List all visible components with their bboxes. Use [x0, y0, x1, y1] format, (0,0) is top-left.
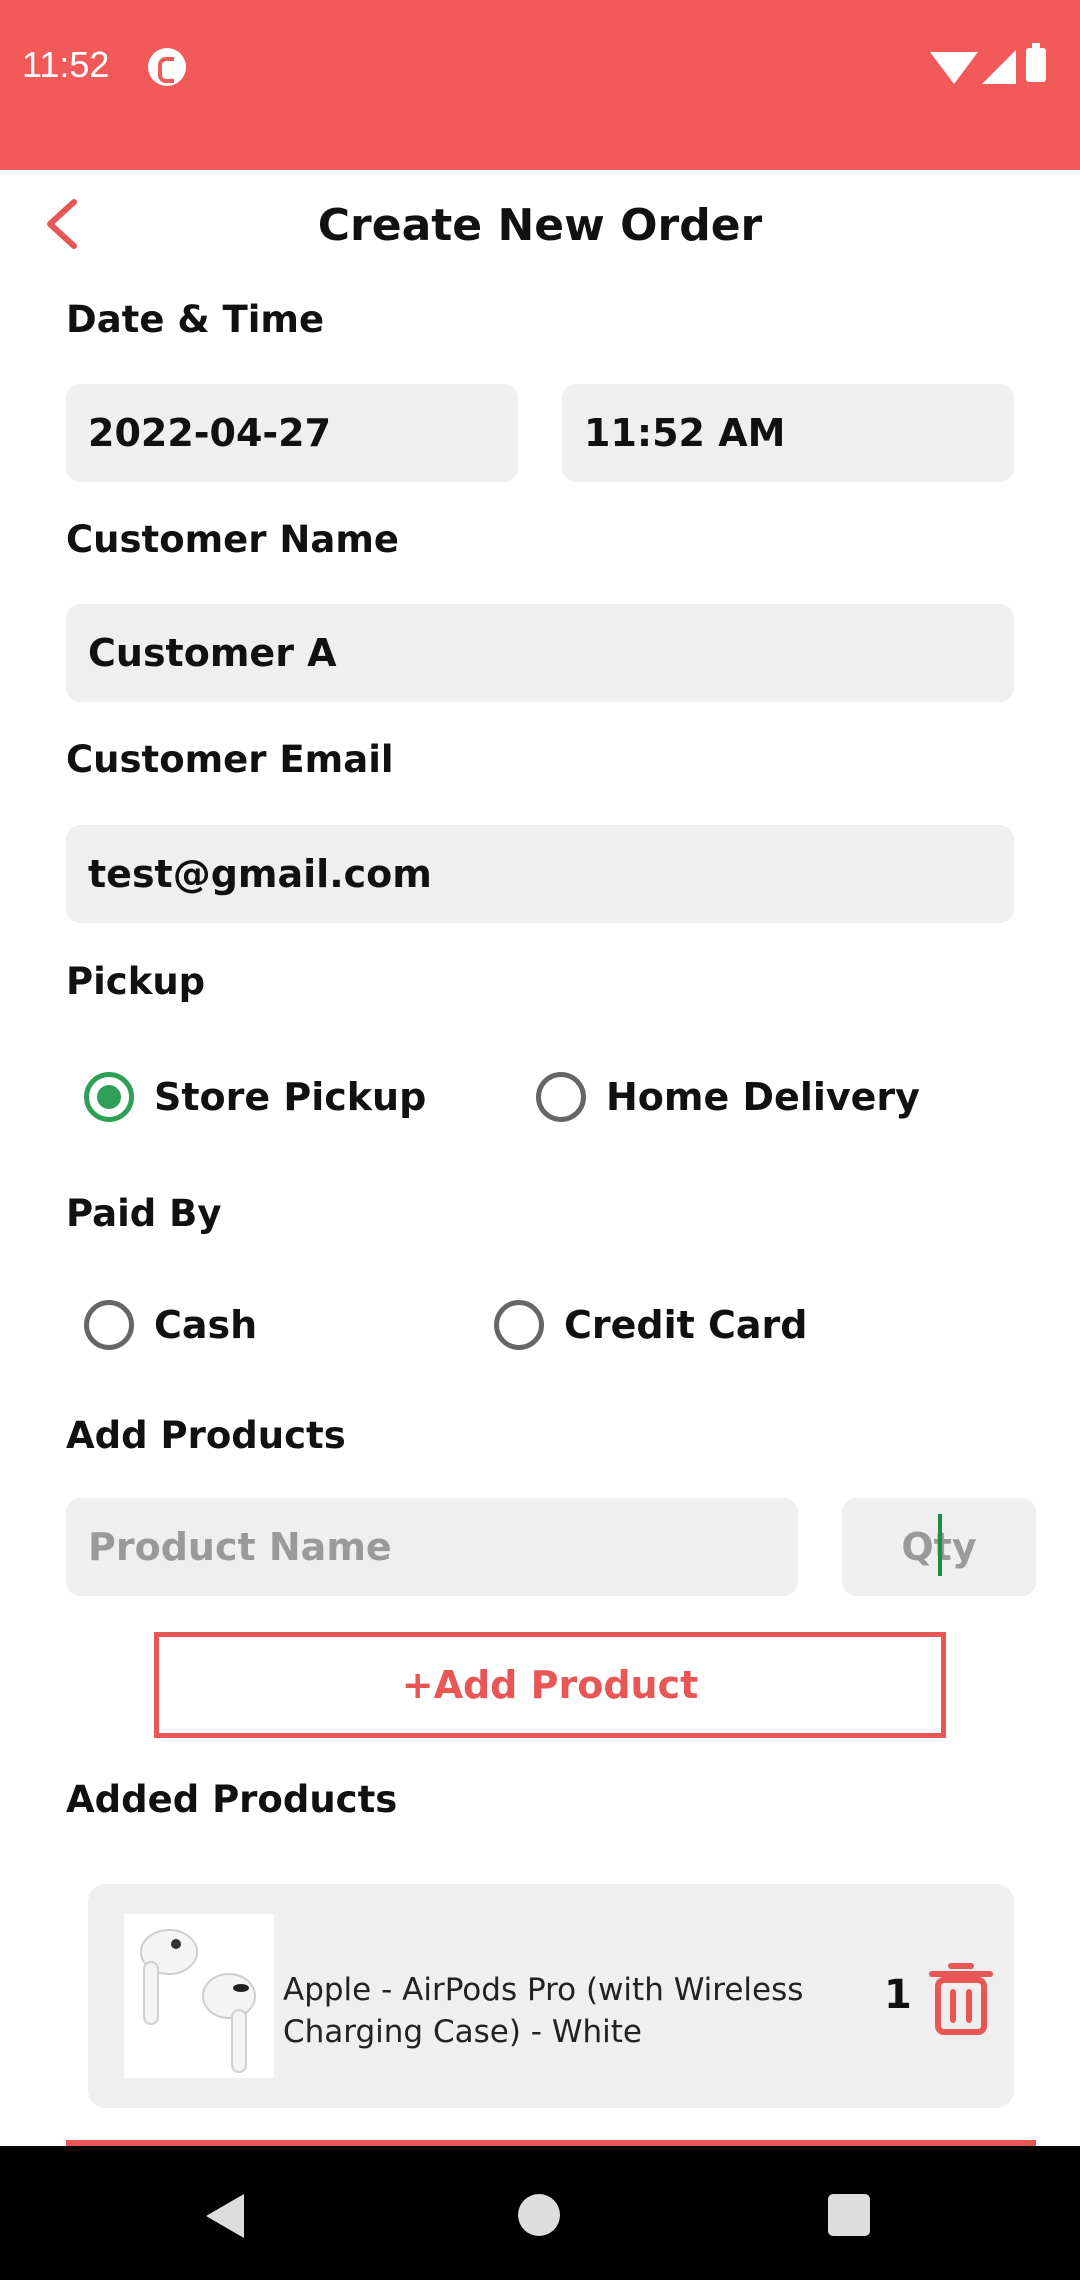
- system-nav-bar: [0, 2146, 1080, 2280]
- page-title: Create New Order: [317, 200, 763, 251]
- customer-name-field[interactable]: Customer A: [66, 604, 1014, 702]
- store-pickup-label: Store Pickup: [154, 1075, 427, 1119]
- product-image: [124, 1914, 274, 2078]
- nav-home-icon[interactable]: [518, 2194, 560, 2236]
- text-cursor: [938, 1514, 942, 1576]
- status-bar: 11:52: [0, 0, 1080, 170]
- time-field[interactable]: 11:52 AM: [562, 384, 1014, 482]
- added-product-item: Apple - AirPods Pro (with Wireless Charg…: [88, 1884, 1014, 2108]
- radio-unchecked-icon[interactable]: [536, 1072, 586, 1122]
- radio-unchecked-icon[interactable]: [494, 1300, 544, 1350]
- product-name-text: Apple - AirPods Pro (with Wireless Charg…: [283, 1972, 804, 2050]
- add-product-button[interactable]: +Add Product: [154, 1632, 946, 1738]
- cell-signal-icon: [982, 50, 1016, 84]
- add-products-label: Add Products: [66, 1414, 346, 1457]
- nav-back-icon[interactable]: [206, 2194, 244, 2238]
- radio-checked-icon[interactable]: [84, 1072, 134, 1122]
- nav-recents-icon[interactable]: [828, 2194, 870, 2236]
- app-header: Create New Order: [0, 170, 1080, 280]
- wifi-icon: [930, 52, 978, 84]
- status-time: 11:52: [22, 44, 110, 85]
- store-pickup-option[interactable]: Store Pickup: [84, 1072, 426, 1122]
- customer-email-label: Customer Email: [66, 738, 394, 781]
- date-field[interactable]: 2022-04-27: [66, 384, 518, 482]
- date-time-label: Date & Time: [66, 298, 325, 341]
- status-icons: [930, 43, 1060, 88]
- customer-email-field[interactable]: test@gmail.com: [66, 825, 1014, 923]
- credit-card-label: Credit Card: [564, 1303, 808, 1347]
- radio-unchecked-icon[interactable]: [84, 1300, 134, 1350]
- cash-option[interactable]: Cash: [84, 1300, 257, 1350]
- battery-icon: [1026, 43, 1046, 82]
- product-qty-text: 1: [884, 1972, 912, 2018]
- home-delivery-option[interactable]: Home Delivery: [536, 1072, 920, 1122]
- pickup-label: Pickup: [66, 960, 206, 1003]
- cash-label: Cash: [154, 1303, 258, 1347]
- paid-by-label: Paid By: [66, 1192, 222, 1235]
- home-delivery-label: Home Delivery: [606, 1075, 920, 1119]
- customer-name-label: Customer Name: [66, 518, 399, 561]
- product-name-input[interactable]: Product Name: [66, 1498, 798, 1596]
- credit-card-option[interactable]: Credit Card: [494, 1300, 808, 1350]
- notification-app-icon: [148, 48, 186, 86]
- delete-trash-icon[interactable]: [926, 1958, 996, 2038]
- added-products-label: Added Products: [66, 1778, 398, 1821]
